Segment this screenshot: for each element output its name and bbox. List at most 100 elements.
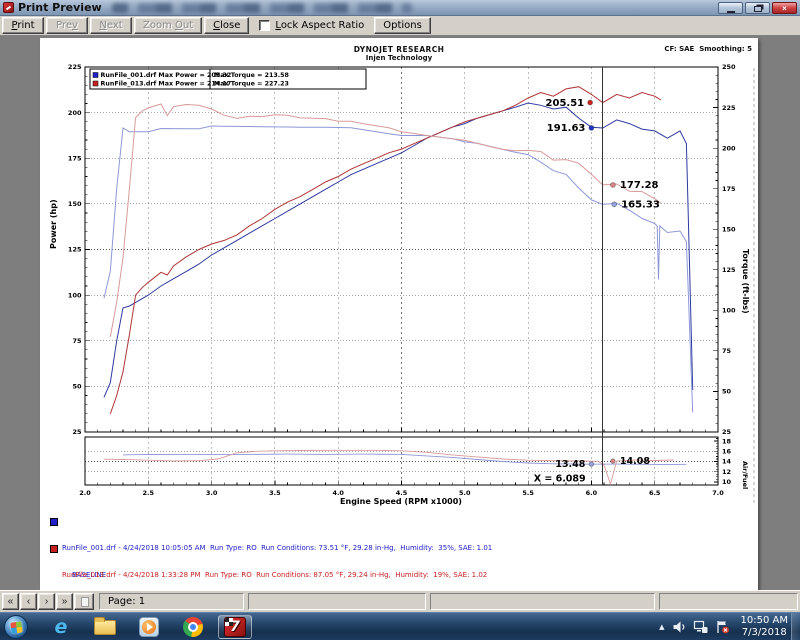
svg-text:100: 100 bbox=[68, 291, 82, 299]
print-button[interactable]: Print bbox=[2, 17, 44, 34]
status-panel bbox=[248, 593, 426, 610]
marker-13.48 bbox=[589, 462, 593, 466]
chrome-icon[interactable] bbox=[176, 615, 210, 639]
action-center-flag-icon[interactable] bbox=[715, 620, 730, 634]
svg-text:3.0: 3.0 bbox=[206, 489, 218, 497]
show-desktop-button[interactable] bbox=[791, 613, 800, 640]
dyno-chart-canvas: RunFile_001.drf Max Power = 205.32Max To… bbox=[40, 38, 758, 590]
next-page-button[interactable]: › bbox=[38, 593, 55, 610]
svg-text:RunFile_013.drf Max Power = 21: RunFile_013.drf Max Power = 214.17 bbox=[101, 81, 232, 88]
svg-text:Max Torque = 213.58: Max Torque = 213.58 bbox=[214, 72, 289, 79]
taskbar: e 7 ▲ 1 bbox=[0, 612, 800, 640]
svg-text:150: 150 bbox=[722, 225, 736, 233]
svg-text:4.0: 4.0 bbox=[332, 489, 344, 497]
print-preview-window: Print Preview × Print Prev Next Zoom Out… bbox=[0, 0, 800, 640]
svg-text:13.48: 13.48 bbox=[555, 459, 585, 470]
status-panel bbox=[659, 593, 798, 610]
svg-text:Power (hp): Power (hp) bbox=[49, 199, 58, 249]
last-page-button[interactable]: » bbox=[56, 593, 73, 610]
svg-text:125: 125 bbox=[722, 266, 736, 274]
page-icon bbox=[81, 597, 89, 607]
clock-time: 10:50 AM bbox=[741, 615, 788, 627]
page-select-button[interactable] bbox=[74, 593, 94, 610]
options-button[interactable]: Options bbox=[374, 17, 431, 34]
system-tray: ▲ 10:50 AM 7/3/2018 bbox=[659, 613, 788, 640]
svg-text:225: 225 bbox=[68, 63, 82, 71]
dynojet-app-taskbar-button[interactable]: 7 bbox=[218, 615, 252, 639]
svg-text:175: 175 bbox=[722, 185, 736, 193]
taskbar-clock[interactable]: 10:50 AM 7/3/2018 bbox=[741, 615, 788, 639]
toolbar: Print Prev Next Zoom Out Close Lock Aspe… bbox=[0, 16, 800, 36]
status-bar: « ‹ › » Page: 1 bbox=[0, 590, 800, 612]
svg-text:12: 12 bbox=[722, 468, 731, 476]
svg-text:7.0: 7.0 bbox=[712, 489, 724, 497]
lock-aspect-label: Lock Aspect Ratio bbox=[275, 20, 364, 31]
windows-explorer-icon[interactable] bbox=[88, 615, 122, 639]
svg-text:Max Torque = 227.23: Max Torque = 227.23 bbox=[214, 81, 289, 88]
svg-text:3.5: 3.5 bbox=[269, 489, 281, 497]
svg-text:6.0: 6.0 bbox=[586, 489, 598, 497]
svg-text:100: 100 bbox=[722, 307, 736, 315]
svg-text:165.33: 165.33 bbox=[621, 200, 660, 211]
dynojet-icon: 7 bbox=[224, 617, 246, 637]
svg-text:125: 125 bbox=[68, 246, 82, 254]
run-conditions: RunFile_013.drf - 4/24/2018 1:33:28 PM R… bbox=[62, 571, 487, 580]
svg-text:5.0: 5.0 bbox=[459, 489, 471, 497]
close-window-button[interactable]: × bbox=[772, 2, 797, 14]
svg-text:16: 16 bbox=[722, 447, 732, 455]
run-color-swatch bbox=[50, 545, 58, 553]
run-color-swatch bbox=[50, 518, 58, 526]
svg-text:5.5: 5.5 bbox=[522, 489, 534, 497]
svg-text:250: 250 bbox=[722, 63, 736, 71]
svg-text:4.5: 4.5 bbox=[396, 489, 408, 497]
print-page: DYNOJET RESEARCH Injen Technology CF: SA… bbox=[40, 38, 758, 590]
folder-icon bbox=[94, 620, 116, 635]
window-title: Print Preview bbox=[18, 1, 102, 14]
lock-aspect-checkbox[interactable] bbox=[259, 20, 270, 31]
speaker-icon[interactable] bbox=[672, 620, 686, 634]
close-preview-button[interactable]: Close bbox=[204, 17, 249, 34]
svg-text:14.08: 14.08 bbox=[620, 456, 650, 467]
network-icon[interactable] bbox=[693, 620, 708, 634]
zoom-out-button[interactable]: Zoom Out bbox=[134, 17, 202, 34]
svg-text:75: 75 bbox=[722, 347, 732, 355]
prev-button[interactable]: Prev bbox=[46, 17, 88, 34]
svg-text:50: 50 bbox=[722, 388, 732, 396]
start-button[interactable] bbox=[4, 615, 28, 639]
svg-text:200: 200 bbox=[722, 144, 736, 152]
preview-background: DYNOJET RESEARCH Injen Technology CF: SA… bbox=[0, 36, 800, 590]
svg-text:Air/Fuel: Air/Fuel bbox=[741, 461, 749, 489]
next-button[interactable]: Next bbox=[90, 17, 132, 34]
sp1123-torque-line bbox=[110, 104, 661, 337]
svg-text:Torque (ft-lbs): Torque (ft-lbs) bbox=[741, 249, 750, 314]
svg-text:25: 25 bbox=[72, 428, 82, 436]
show-hidden-icons-chevron[interactable]: ▲ bbox=[659, 623, 664, 631]
svg-text:14: 14 bbox=[722, 458, 732, 466]
minimize-icon bbox=[727, 11, 735, 13]
svg-text:75: 75 bbox=[72, 337, 82, 345]
svg-text:175: 175 bbox=[68, 154, 82, 162]
svg-text:X = 6.089: X = 6.089 bbox=[534, 474, 586, 485]
svg-text:225: 225 bbox=[722, 104, 736, 112]
baseline-power-line bbox=[104, 103, 693, 397]
marker-165.33 bbox=[612, 202, 617, 207]
svg-text:Engine Speed (RPM x1000): Engine Speed (RPM x1000) bbox=[340, 497, 462, 506]
svg-text:18: 18 bbox=[722, 437, 732, 445]
baseline-airfuel-line bbox=[123, 454, 686, 465]
svg-text:10: 10 bbox=[722, 478, 732, 486]
svg-text:50: 50 bbox=[72, 383, 82, 391]
marker-177.28 bbox=[611, 183, 616, 188]
maximize-button[interactable] bbox=[745, 2, 770, 14]
first-page-button[interactable]: « bbox=[2, 593, 19, 610]
app-icon bbox=[3, 2, 14, 13]
status-panel bbox=[430, 593, 655, 610]
internet-explorer-icon[interactable]: e bbox=[44, 615, 78, 639]
svg-text:150: 150 bbox=[68, 200, 82, 208]
prev-page-button[interactable]: ‹ bbox=[20, 593, 37, 610]
minimize-button[interactable] bbox=[718, 2, 743, 14]
media-player-icon[interactable] bbox=[132, 615, 166, 639]
marker-205.51 bbox=[588, 100, 593, 105]
restore-icon bbox=[754, 6, 762, 12]
sp1123-airfuel-line bbox=[104, 450, 674, 484]
svg-text:6.5: 6.5 bbox=[649, 489, 661, 497]
